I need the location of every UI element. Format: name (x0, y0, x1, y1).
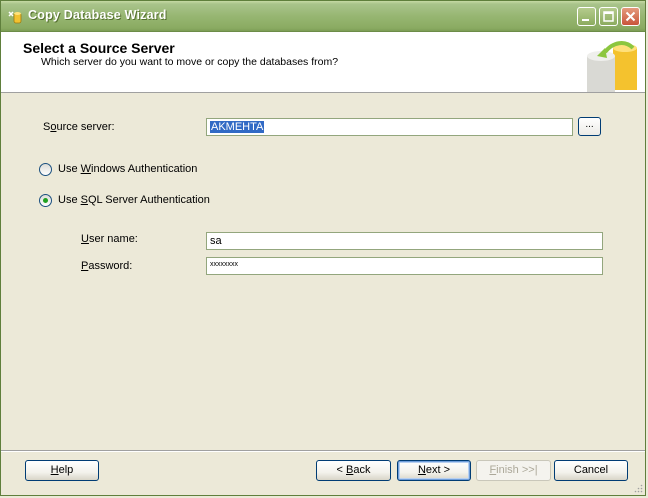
windows-auth-label[interactable]: Use Windows Authentication (58, 163, 197, 175)
cancel-button[interactable]: Cancel (554, 460, 628, 481)
password-label-rest: assword: (88, 260, 133, 272)
username-value: sa (210, 235, 222, 247)
next-label: ext > (425, 464, 451, 476)
browse-button[interactable]: ... (578, 117, 601, 136)
wizard-app-icon (8, 11, 22, 24)
password-input[interactable]: xxxxxxxx (206, 257, 603, 275)
help-button[interactable]: Help (25, 460, 99, 481)
sql-auth-label-rest: QL Server Authentication (87, 194, 210, 206)
windows-auth-label-text: Use (58, 163, 81, 175)
wizard-window: Copy Database Wizard Select a Source Ser… (0, 0, 646, 496)
username-label: User name: (81, 233, 138, 245)
page-subtitle: Which server do you want to move or copy… (41, 56, 339, 68)
sql-auth-label[interactable]: Use SQL Server Authentication (58, 194, 210, 206)
window-title: Copy Database Wizard (28, 8, 167, 22)
minimize-icon (582, 19, 589, 21)
windows-auth-radio[interactable] (39, 163, 52, 176)
username-input[interactable]: sa (206, 232, 603, 250)
next-button[interactable]: Next > (397, 460, 471, 481)
wizard-header: Select a Source Server Which server do y… (1, 32, 645, 93)
source-server-value: AKMEHTA (210, 121, 265, 133)
source-server-label-rest: urce server: (56, 121, 115, 133)
source-server-input[interactable]: AKMEHTA (206, 118, 573, 136)
help-label: elp (58, 464, 74, 476)
finish-label: inish >>| (496, 464, 538, 476)
maximize-button[interactable] (599, 7, 618, 26)
password-value: xxxxxxxx (210, 261, 238, 268)
database-copy-icon (587, 41, 637, 92)
finish-button[interactable]: Finish >>| (476, 460, 551, 481)
sql-auth-label-text: Use (58, 194, 81, 206)
back-button[interactable]: < Back (316, 460, 391, 481)
page-title: Select a Source Server (23, 40, 175, 56)
radio-selected-dot (43, 198, 48, 203)
minimize-button[interactable] (577, 7, 596, 26)
sql-auth-radio[interactable] (39, 194, 52, 207)
resize-grip-icon[interactable] (633, 483, 643, 493)
back-label: ack (353, 464, 371, 476)
help-accel: H (50, 464, 59, 476)
source-server-label: Source server: (43, 121, 115, 133)
close-icon (625, 11, 636, 22)
footer-divider (1, 450, 645, 452)
password-label: Password: (81, 260, 132, 272)
maximize-icon (603, 11, 614, 22)
close-button[interactable] (621, 7, 640, 26)
windows-auth-label-rest: indows Authentication (91, 163, 198, 175)
windows-auth-label-accel: W (80, 163, 92, 175)
username-label-accel: U (81, 233, 89, 245)
title-bar[interactable]: Copy Database Wizard (1, 1, 645, 32)
back-prefix: < (336, 464, 346, 476)
next-accel: N (417, 464, 426, 476)
sql-auth-label-accel: S (80, 194, 88, 206)
username-label-rest: ser name: (88, 233, 138, 245)
